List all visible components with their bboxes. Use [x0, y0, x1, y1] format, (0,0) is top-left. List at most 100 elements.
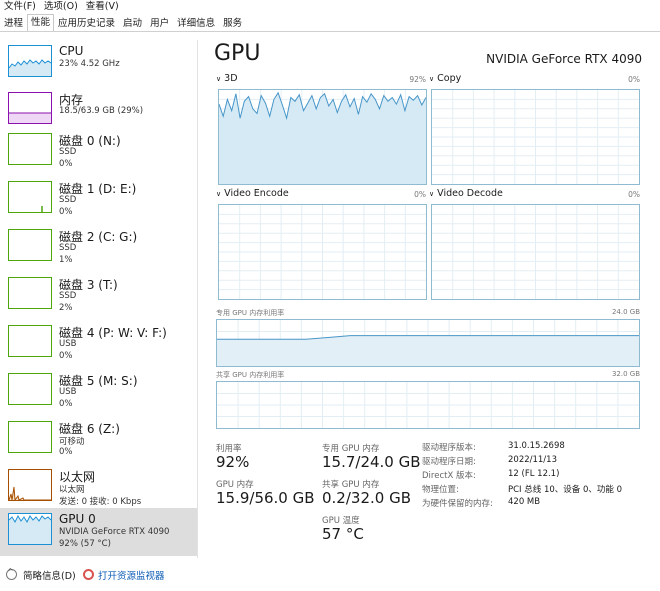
- sidebar-item-disk-0[interactable]: 磁盘 0 (N:) SSD 0%: [0, 128, 197, 176]
- sidebar-item-disk-3[interactable]: 磁盘 3 (T:) SSD 2%: [0, 272, 197, 320]
- sidebar-item-usage: 92% (57 °C): [59, 539, 111, 549]
- hardware-reserved-memory-key: 为硬件保留的内存:: [422, 499, 493, 509]
- sidebar-item-model: NVIDIA GeForce RTX 4090: [59, 527, 170, 537]
- driver-version-value: 31.0.15.2698: [508, 441, 565, 451]
- tab-details[interactable]: 详细信息: [173, 15, 219, 31]
- tab-performance[interactable]: 性能: [27, 14, 55, 31]
- engine-video-encode-graph: [218, 204, 427, 300]
- sidebar-item-disk-6[interactable]: 磁盘 6 (Z:) 可移动 0%: [0, 416, 197, 464]
- engine-copy-selector[interactable]: ∨ Copy: [429, 73, 461, 84]
- sidebar-item-type: SSD: [59, 195, 77, 205]
- menu-view[interactable]: 查看(V): [82, 0, 123, 14]
- sidebar-item-throughput: 发送: 0 接收: 0 Kbps: [59, 497, 142, 507]
- disk-thumbnail: [8, 421, 52, 453]
- sidebar-item-type: SSD: [59, 243, 77, 253]
- physical-location-value: PCI 总线 10、设备 0、功能 0: [508, 485, 623, 495]
- memory-thumbnail: [8, 92, 52, 124]
- directx-version-value: 12 (FL 12.1): [508, 469, 560, 479]
- disk-thumbnail: [8, 277, 52, 309]
- gpu-temperature-value: 57 °C: [322, 525, 364, 543]
- hardware-reserved-memory-value: 420 MB: [508, 497, 541, 507]
- shared-memory-label: 共享 GPU 内存利用率: [216, 371, 285, 379]
- engine-name: Video Encode: [224, 188, 289, 199]
- chevron-down-icon: ∨: [216, 190, 222, 198]
- dedicated-memory-area: [217, 335, 639, 366]
- engine-video-decode-selector[interactable]: ∨ Video Decode: [429, 188, 503, 199]
- sidebar-item-usage: 0%: [59, 207, 73, 217]
- sidebar-item-gpu-0[interactable]: GPU 0 NVIDIA GeForce RTX 4090 92% (57 °C…: [0, 508, 197, 556]
- dedicated-memory-max: 24.0 GB: [611, 308, 640, 316]
- tab-users[interactable]: 用户: [146, 15, 173, 31]
- open-resource-monitor-label: 打开资源监视器: [98, 571, 165, 582]
- disk-thumbnail: [8, 373, 52, 405]
- menu-file[interactable]: 文件(F): [0, 0, 40, 14]
- sidebar-item-disk-5[interactable]: 磁盘 5 (M: S:) USB 0%: [0, 368, 197, 416]
- disk-thumbnail: [8, 325, 52, 357]
- shared-memory-stat-value: 0.2/32.0 GB: [322, 489, 411, 507]
- engine-percent: 0%: [414, 190, 426, 199]
- sidebar-item-usage: 0%: [59, 159, 73, 169]
- sidebar-item-title: GPU 0: [59, 512, 96, 526]
- engine-copy-graph: [431, 89, 640, 185]
- engine-percent: 0%: [628, 190, 640, 199]
- utilization-value: 92%: [216, 453, 250, 471]
- page-title: GPU: [214, 41, 261, 66]
- disk-thumbnail: [8, 133, 52, 165]
- driver-date-key: 驱动程序日期:: [422, 457, 476, 467]
- sidebar-item-detail: 23% 4.52 GHz: [59, 59, 120, 69]
- sidebar-item-type: 可移动: [59, 437, 85, 447]
- engine-name: Copy: [437, 73, 462, 84]
- driver-date-value: 2022/11/13: [508, 455, 557, 465]
- engine-name: Video Decode: [437, 188, 503, 199]
- fewer-details-label: 简略信息(D): [23, 571, 76, 582]
- tab-processes[interactable]: 进程: [0, 15, 27, 31]
- driver-version-key: 驱动程序版本:: [422, 443, 476, 453]
- sidebar-item-disk-1[interactable]: 磁盘 1 (D: E:) SSD 0%: [0, 176, 197, 224]
- sidebar-item-usage: 2%: [59, 303, 73, 313]
- engine-3d-graph: [218, 89, 427, 185]
- chevron-down-icon: ∨: [429, 75, 435, 83]
- dedicated-memory-stat-value: 15.7/24.0 GB: [322, 453, 421, 471]
- tab-services[interactable]: 服务: [219, 15, 246, 31]
- tab-bar: 进程 性能 应用历史记录 启动 用户 详细信息 服务: [0, 14, 660, 32]
- tab-startup[interactable]: 启动: [119, 15, 146, 31]
- gpu-memory-value: 15.9/56.0 GB: [216, 489, 315, 507]
- dedicated-memory-graph: [216, 319, 640, 367]
- sidebar-item-type: USB: [59, 387, 77, 397]
- sidebar-item-type: 以太网: [59, 485, 85, 495]
- caret-up-glyph: ^: [7, 567, 14, 576]
- menu-options[interactable]: 选项(O): [40, 0, 82, 14]
- chevron-down-icon: ∨: [216, 75, 222, 83]
- ethernet-thumbnail: [8, 469, 52, 501]
- footer-bar: ^ 简略信息(D) 打开资源监视器: [0, 563, 660, 587]
- sidebar-item-usage: 0%: [59, 399, 73, 409]
- tab-app-history[interactable]: 应用历史记录: [54, 15, 119, 31]
- sidebar-item-title: CPU: [59, 44, 84, 58]
- engine-video-encode-selector[interactable]: ∨ Video Encode: [216, 188, 289, 199]
- disk-thumbnail: [8, 229, 52, 261]
- resource-sidebar: CPU 23% 4.52 GHz 内存 18.5/63.9 GB (29%) 磁…: [0, 40, 198, 558]
- shared-memory-max: 32.0 GB: [611, 370, 640, 378]
- sidebar-item-usage: 1%: [59, 255, 73, 265]
- menu-bar: 文件(F) 选项(O) 查看(V): [0, 0, 660, 14]
- engine-3d-selector[interactable]: ∨ 3D: [216, 73, 238, 84]
- sidebar-item-disk-4[interactable]: 磁盘 4 (P: W: V: F:) USB 0%: [0, 320, 197, 368]
- engine-video-decode-graph: [431, 204, 640, 300]
- sidebar-item-cpu[interactable]: CPU 23% 4.52 GHz: [0, 40, 197, 88]
- gpu-model-name: NVIDIA GeForce RTX 4090: [486, 52, 642, 66]
- sidebar-item-detail: 18.5/63.9 GB (29%): [59, 106, 144, 116]
- sidebar-item-ethernet[interactable]: 以太网 以太网 发送: 0 接收: 0 Kbps: [0, 464, 197, 512]
- directx-version-key: DirectX 版本:: [422, 471, 476, 481]
- engine-name: 3D: [224, 73, 238, 84]
- chevron-down-icon: ∨: [429, 190, 435, 198]
- sidebar-item-usage: 0%: [59, 351, 73, 361]
- physical-location-key: 物理位置:: [422, 485, 459, 495]
- sidebar-item-usage: 0%: [59, 447, 73, 457]
- sidebar-item-disk-2[interactable]: 磁盘 2 (C: G:) SSD 1%: [0, 224, 197, 272]
- sidebar-item-type: SSD: [59, 291, 77, 301]
- disk-thumbnail: [8, 181, 52, 213]
- sidebar-item-type: USB: [59, 339, 77, 349]
- shared-memory-graph: [216, 381, 640, 429]
- engine-3d-usage-area: [219, 92, 426, 184]
- engine-percent: 0%: [628, 75, 640, 84]
